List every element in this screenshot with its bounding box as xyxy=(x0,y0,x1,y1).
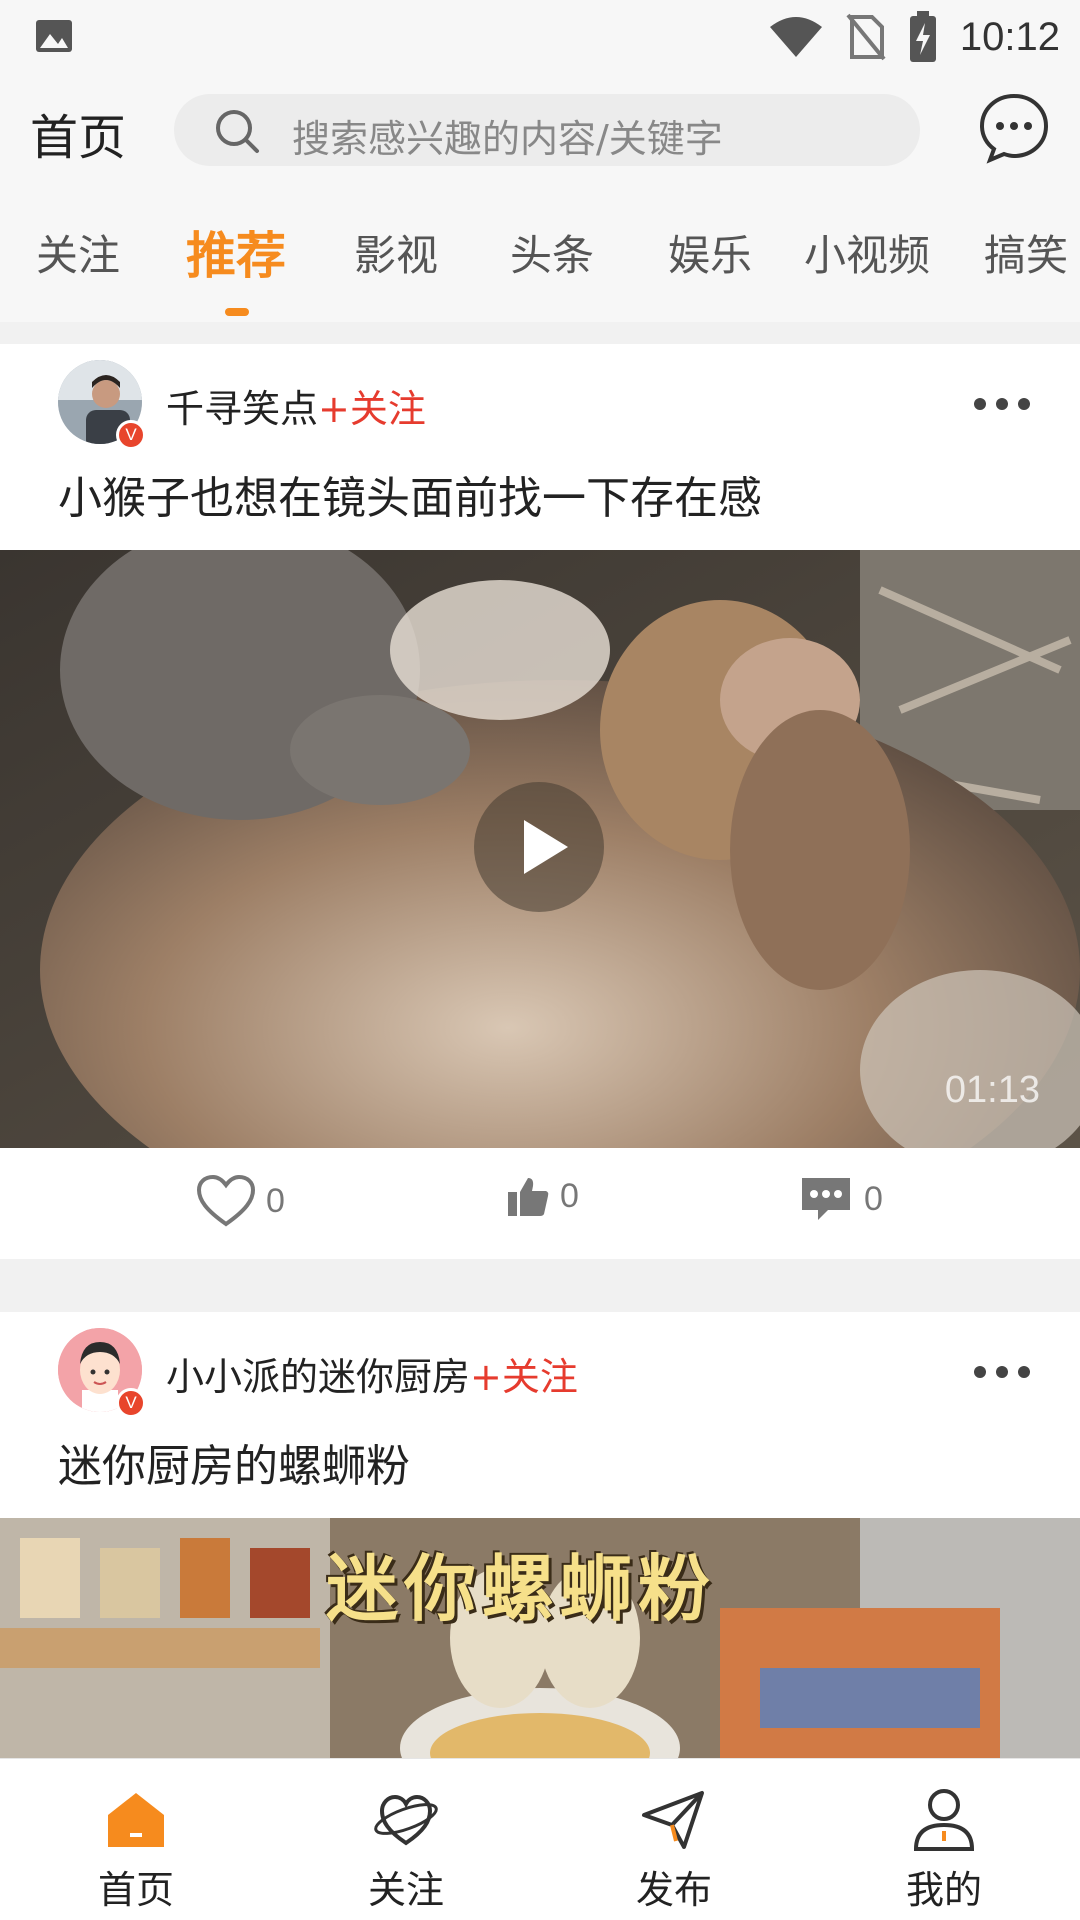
nav-profile-label: 我的 xyxy=(905,1868,982,1912)
post-card[interactable]: V 千寻笑点+关注 小猴子也想在镜头面前找一下存在感 01:13 0 0 0 xyxy=(0,344,1080,1259)
bottom-navigation: 首页 关注 发布 我的 xyxy=(0,1758,1080,1920)
battery-charging-icon xyxy=(909,11,936,62)
like-button[interactable]: 0 xyxy=(196,1174,285,1228)
heart-planet-icon xyxy=(374,1794,438,1846)
search-icon xyxy=(216,110,259,153)
avatar[interactable]: V xyxy=(58,360,146,450)
tab-funny[interactable]: 搞笑 xyxy=(984,222,1068,283)
heart-icon xyxy=(196,1174,256,1227)
message-icon[interactable] xyxy=(978,92,1050,164)
tab-follow[interactable]: 关注 xyxy=(36,222,120,283)
thumbs-up-button[interactable]: 0 xyxy=(506,1174,579,1218)
thumbs-up-icon xyxy=(508,1178,549,1216)
user-icon xyxy=(913,1789,975,1851)
verified-badge: V xyxy=(116,1388,146,1418)
nav-follow-label: 关注 xyxy=(367,1868,444,1912)
cover-text: 迷你螺蛳粉 xyxy=(326,1547,717,1631)
top-header: 首页 搜索感兴趣的内容/关键字 xyxy=(0,74,1080,184)
status-bar: 10:12 xyxy=(0,0,1080,74)
search-placeholder: 搜索感兴趣的内容/关键字 xyxy=(292,117,723,161)
video-duration: 01:13 xyxy=(944,1069,1040,1111)
post-actions: 0 0 0 xyxy=(0,1148,1080,1258)
clock: 10:12 xyxy=(959,14,1060,59)
author-name[interactable]: 小小派的迷你厨房 xyxy=(166,1355,470,1399)
home-icon xyxy=(108,1793,164,1847)
tab-short-video[interactable]: 小视频 xyxy=(804,222,930,283)
search-bar[interactable]: 搜索感兴趣的内容/关键字 xyxy=(174,94,920,166)
comment-icon xyxy=(802,1178,850,1220)
thumbs-up-count: 0 xyxy=(560,1176,579,1215)
verified-badge: V xyxy=(116,420,146,450)
follow-button[interactable]: +关注 xyxy=(318,387,426,431)
follow-button[interactable]: +关注 xyxy=(470,1355,578,1399)
tab-entertainment[interactable]: 娱乐 xyxy=(668,222,752,283)
video-thumbnail[interactable]: 01:13 xyxy=(0,550,1080,1148)
post-title[interactable]: 小猴子也想在镜头面前找一下存在感 xyxy=(58,462,762,526)
avatar[interactable]: V xyxy=(58,1328,146,1418)
tab-headlines[interactable]: 头条 xyxy=(510,222,594,283)
nav-follow[interactable]: 关注 xyxy=(326,1777,486,1917)
author-line: 小小派的迷你厨房+关注 xyxy=(166,1346,578,1401)
comment-button[interactable]: 0 xyxy=(798,1174,883,1224)
tab-film[interactable]: 影视 xyxy=(354,222,438,283)
image-notification-icon xyxy=(36,20,72,52)
comment-count: 0 xyxy=(864,1179,883,1218)
author-name[interactable]: 千寻笑点 xyxy=(166,387,318,431)
author-line: 千寻笑点+关注 xyxy=(166,378,426,433)
page-title: 首页 xyxy=(30,110,127,166)
wifi-icon xyxy=(769,17,822,57)
nav-profile[interactable]: 我的 xyxy=(864,1777,1024,1917)
like-count: 0 xyxy=(266,1181,285,1220)
nav-home[interactable]: 首页 xyxy=(56,1777,216,1917)
nav-publish[interactable]: 发布 xyxy=(594,1777,754,1917)
more-options-icon[interactable] xyxy=(972,396,1032,412)
no-sim-icon xyxy=(846,13,886,61)
nav-home-label: 首页 xyxy=(97,1868,174,1912)
video-thumbnail[interactable]: 迷你螺蛳粉 xyxy=(0,1518,1080,1758)
paper-plane-icon xyxy=(642,1791,704,1849)
active-tab-indicator xyxy=(225,308,249,316)
play-button[interactable] xyxy=(474,782,604,912)
post-card[interactable]: V 小小派的迷你厨房+关注 迷你厨房的螺蛳粉 迷你螺蛳粉 xyxy=(0,1312,1080,1758)
category-tabs: 关注 推荐 影视 头条 娱乐 小视频 搞笑 xyxy=(0,184,1080,322)
play-icon xyxy=(524,820,568,874)
nav-publish-label: 发布 xyxy=(635,1868,712,1912)
more-options-icon[interactable] xyxy=(972,1364,1032,1380)
tab-recommend[interactable]: 推荐 xyxy=(186,216,286,288)
post-title[interactable]: 迷你厨房的螺蛳粉 xyxy=(58,1430,410,1494)
